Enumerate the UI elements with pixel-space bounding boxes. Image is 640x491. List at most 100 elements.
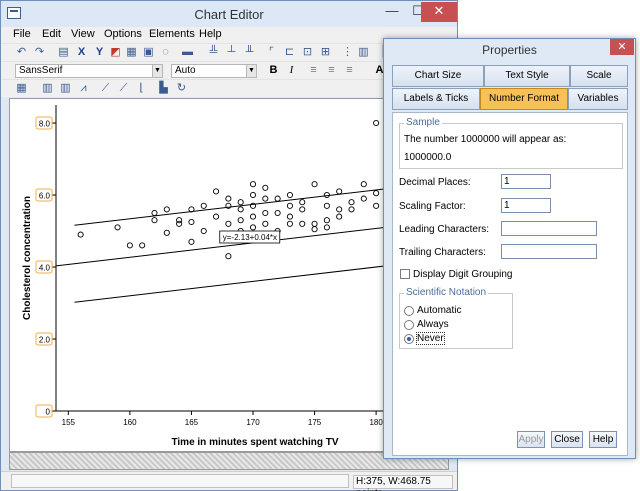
bar-chart-icon[interactable]: ╩ <box>207 46 220 59</box>
data-point <box>286 202 293 209</box>
line-icon[interactable]: ⩘ <box>77 82 90 95</box>
data-point <box>213 213 220 220</box>
chart-dimensions: H:375, W:468.75 points <box>353 475 453 491</box>
y-axis-icon[interactable]: Y <box>93 46 106 59</box>
error-bar-icon[interactable]: ┴ <box>225 46 238 59</box>
radio-always-label: Always <box>417 319 449 330</box>
data-point <box>188 218 195 226</box>
italic-button[interactable]: I <box>285 64 298 77</box>
scaling-factor-label: Scaling Factor: <box>399 201 466 212</box>
data-point <box>249 213 257 220</box>
frame-icon[interactable]: ▣ <box>142 46 155 59</box>
menu-file[interactable]: File <box>13 28 31 40</box>
interpolation-icon[interactable]: ⟋ <box>117 82 130 95</box>
tab-variables[interactable]: Variables <box>568 88 628 110</box>
font-family-select[interactable]: SansSerif ▼ <box>15 64 163 78</box>
radio-automatic[interactable] <box>404 306 414 316</box>
data-point <box>200 227 207 235</box>
properties-icon[interactable]: ▤ <box>57 46 70 59</box>
grid-icon[interactable]: ▥ <box>357 46 370 59</box>
tab-number-format[interactable]: Number Format <box>480 88 568 110</box>
data-point <box>139 242 146 249</box>
lasso-icon[interactable]: ◌ <box>159 46 172 59</box>
reference-line-icon[interactable]: ╨ <box>243 46 256 59</box>
menu-options[interactable]: Options <box>104 28 142 40</box>
x-tick-label: 170 <box>246 418 260 427</box>
data-point <box>274 195 281 202</box>
digit-grouping-checkbox[interactable] <box>400 269 410 279</box>
data-point <box>323 202 330 209</box>
area-icon[interactable]: ⌊ <box>135 82 148 95</box>
minimize-button[interactable]: — <box>379 2 405 22</box>
align-center-icon[interactable]: ≡ <box>325 64 338 77</box>
data-point <box>336 206 343 213</box>
layout-icon[interactable]: ▦ <box>125 46 138 59</box>
fit-line-icon[interactable]: ⟋ <box>99 82 112 95</box>
font-size-select[interactable]: Auto ▼ <box>171 64 257 78</box>
align-right-icon[interactable]: ≡ <box>343 64 356 77</box>
bar-icon[interactable]: ▥ <box>41 82 54 95</box>
close-dialog-button[interactable]: ✕ <box>610 39 634 55</box>
title-icon[interactable]: ⊡ <box>301 46 314 59</box>
data-point <box>274 209 281 217</box>
undo-icon[interactable]: ↶ <box>15 46 28 59</box>
data-point <box>311 226 318 233</box>
close-button[interactable]: Close <box>551 431 583 448</box>
data-point <box>200 202 207 209</box>
x-axis-icon[interactable]: X <box>75 46 88 59</box>
leading-characters-label: Leading Characters: <box>399 224 490 235</box>
data-point <box>262 220 269 227</box>
data-point <box>237 217 244 224</box>
text-box-icon[interactable]: ⌜ <box>265 46 278 59</box>
rotate-icon[interactable]: ↻ <box>175 82 188 95</box>
grid-lines-icon[interactable]: ▦ <box>15 82 28 95</box>
histogram-icon[interactable]: ▙ <box>157 82 170 95</box>
trailing-characters-input[interactable] <box>501 244 597 259</box>
properties-titlebar[interactable]: Properties ✕ <box>384 39 635 61</box>
leading-characters-input[interactable] <box>501 221 597 236</box>
close-window-button[interactable]: ✕ <box>421 2 457 22</box>
radio-never[interactable] <box>404 334 414 344</box>
lower-confidence-line <box>74 262 414 303</box>
menu-elements[interactable]: Elements <box>149 28 195 40</box>
bold-button[interactable]: B <box>267 64 280 77</box>
data-point <box>336 213 343 220</box>
redo-icon[interactable]: ↷ <box>33 46 46 59</box>
data-point <box>213 188 220 195</box>
data-point <box>151 217 158 224</box>
chevron-down-icon: ▼ <box>152 65 162 77</box>
data-point <box>126 242 133 249</box>
dialog-title: Properties <box>482 43 537 57</box>
data-point <box>176 217 183 224</box>
decimal-places-input[interactable]: 1 <box>501 174 551 189</box>
menu-help[interactable]: Help <box>199 28 222 40</box>
scientific-notation-group: Scientific Notation Automatic Always Nev… <box>399 287 513 349</box>
stacked-bar-icon[interactable]: ▥ <box>59 82 72 95</box>
radio-always[interactable] <box>404 320 414 330</box>
chart-icon[interactable]: ◩ <box>109 46 122 59</box>
font-size-value: Auto <box>175 65 196 76</box>
tab-chart-size[interactable]: Chart Size <box>392 65 484 87</box>
chart-editor-titlebar[interactable]: Chart Editor — ☐ ✕ <box>1 1 457 27</box>
data-point <box>373 202 380 209</box>
scaling-factor-input[interactable]: 1 <box>501 198 551 213</box>
apply-button[interactable]: Apply <box>517 431 545 448</box>
y-tick-label: 6.0 <box>39 192 51 201</box>
data-point <box>262 195 269 202</box>
tab-scale[interactable]: Scale <box>570 65 628 87</box>
tab-labels-ticks[interactable]: Labels & Ticks <box>392 88 480 110</box>
data-point <box>348 199 355 206</box>
data-label-icon[interactable]: ⋮ <box>341 46 354 59</box>
help-button[interactable]: Help <box>589 431 617 448</box>
legend-icon[interactable]: ⊏ <box>283 46 296 59</box>
annotation-icon[interactable]: ▬ <box>181 46 194 59</box>
tab-text-style[interactable]: Text Style <box>484 65 570 87</box>
footnote-icon[interactable]: ⊞ <box>319 46 332 59</box>
data-point <box>249 181 257 188</box>
menu-edit[interactable]: Edit <box>42 28 61 40</box>
data-point <box>373 119 380 127</box>
data-point <box>360 195 367 202</box>
align-left-icon[interactable]: ≡ <box>307 64 320 77</box>
menu-view[interactable]: View <box>71 28 95 40</box>
digit-grouping-label: Display Digit Grouping <box>413 269 513 280</box>
